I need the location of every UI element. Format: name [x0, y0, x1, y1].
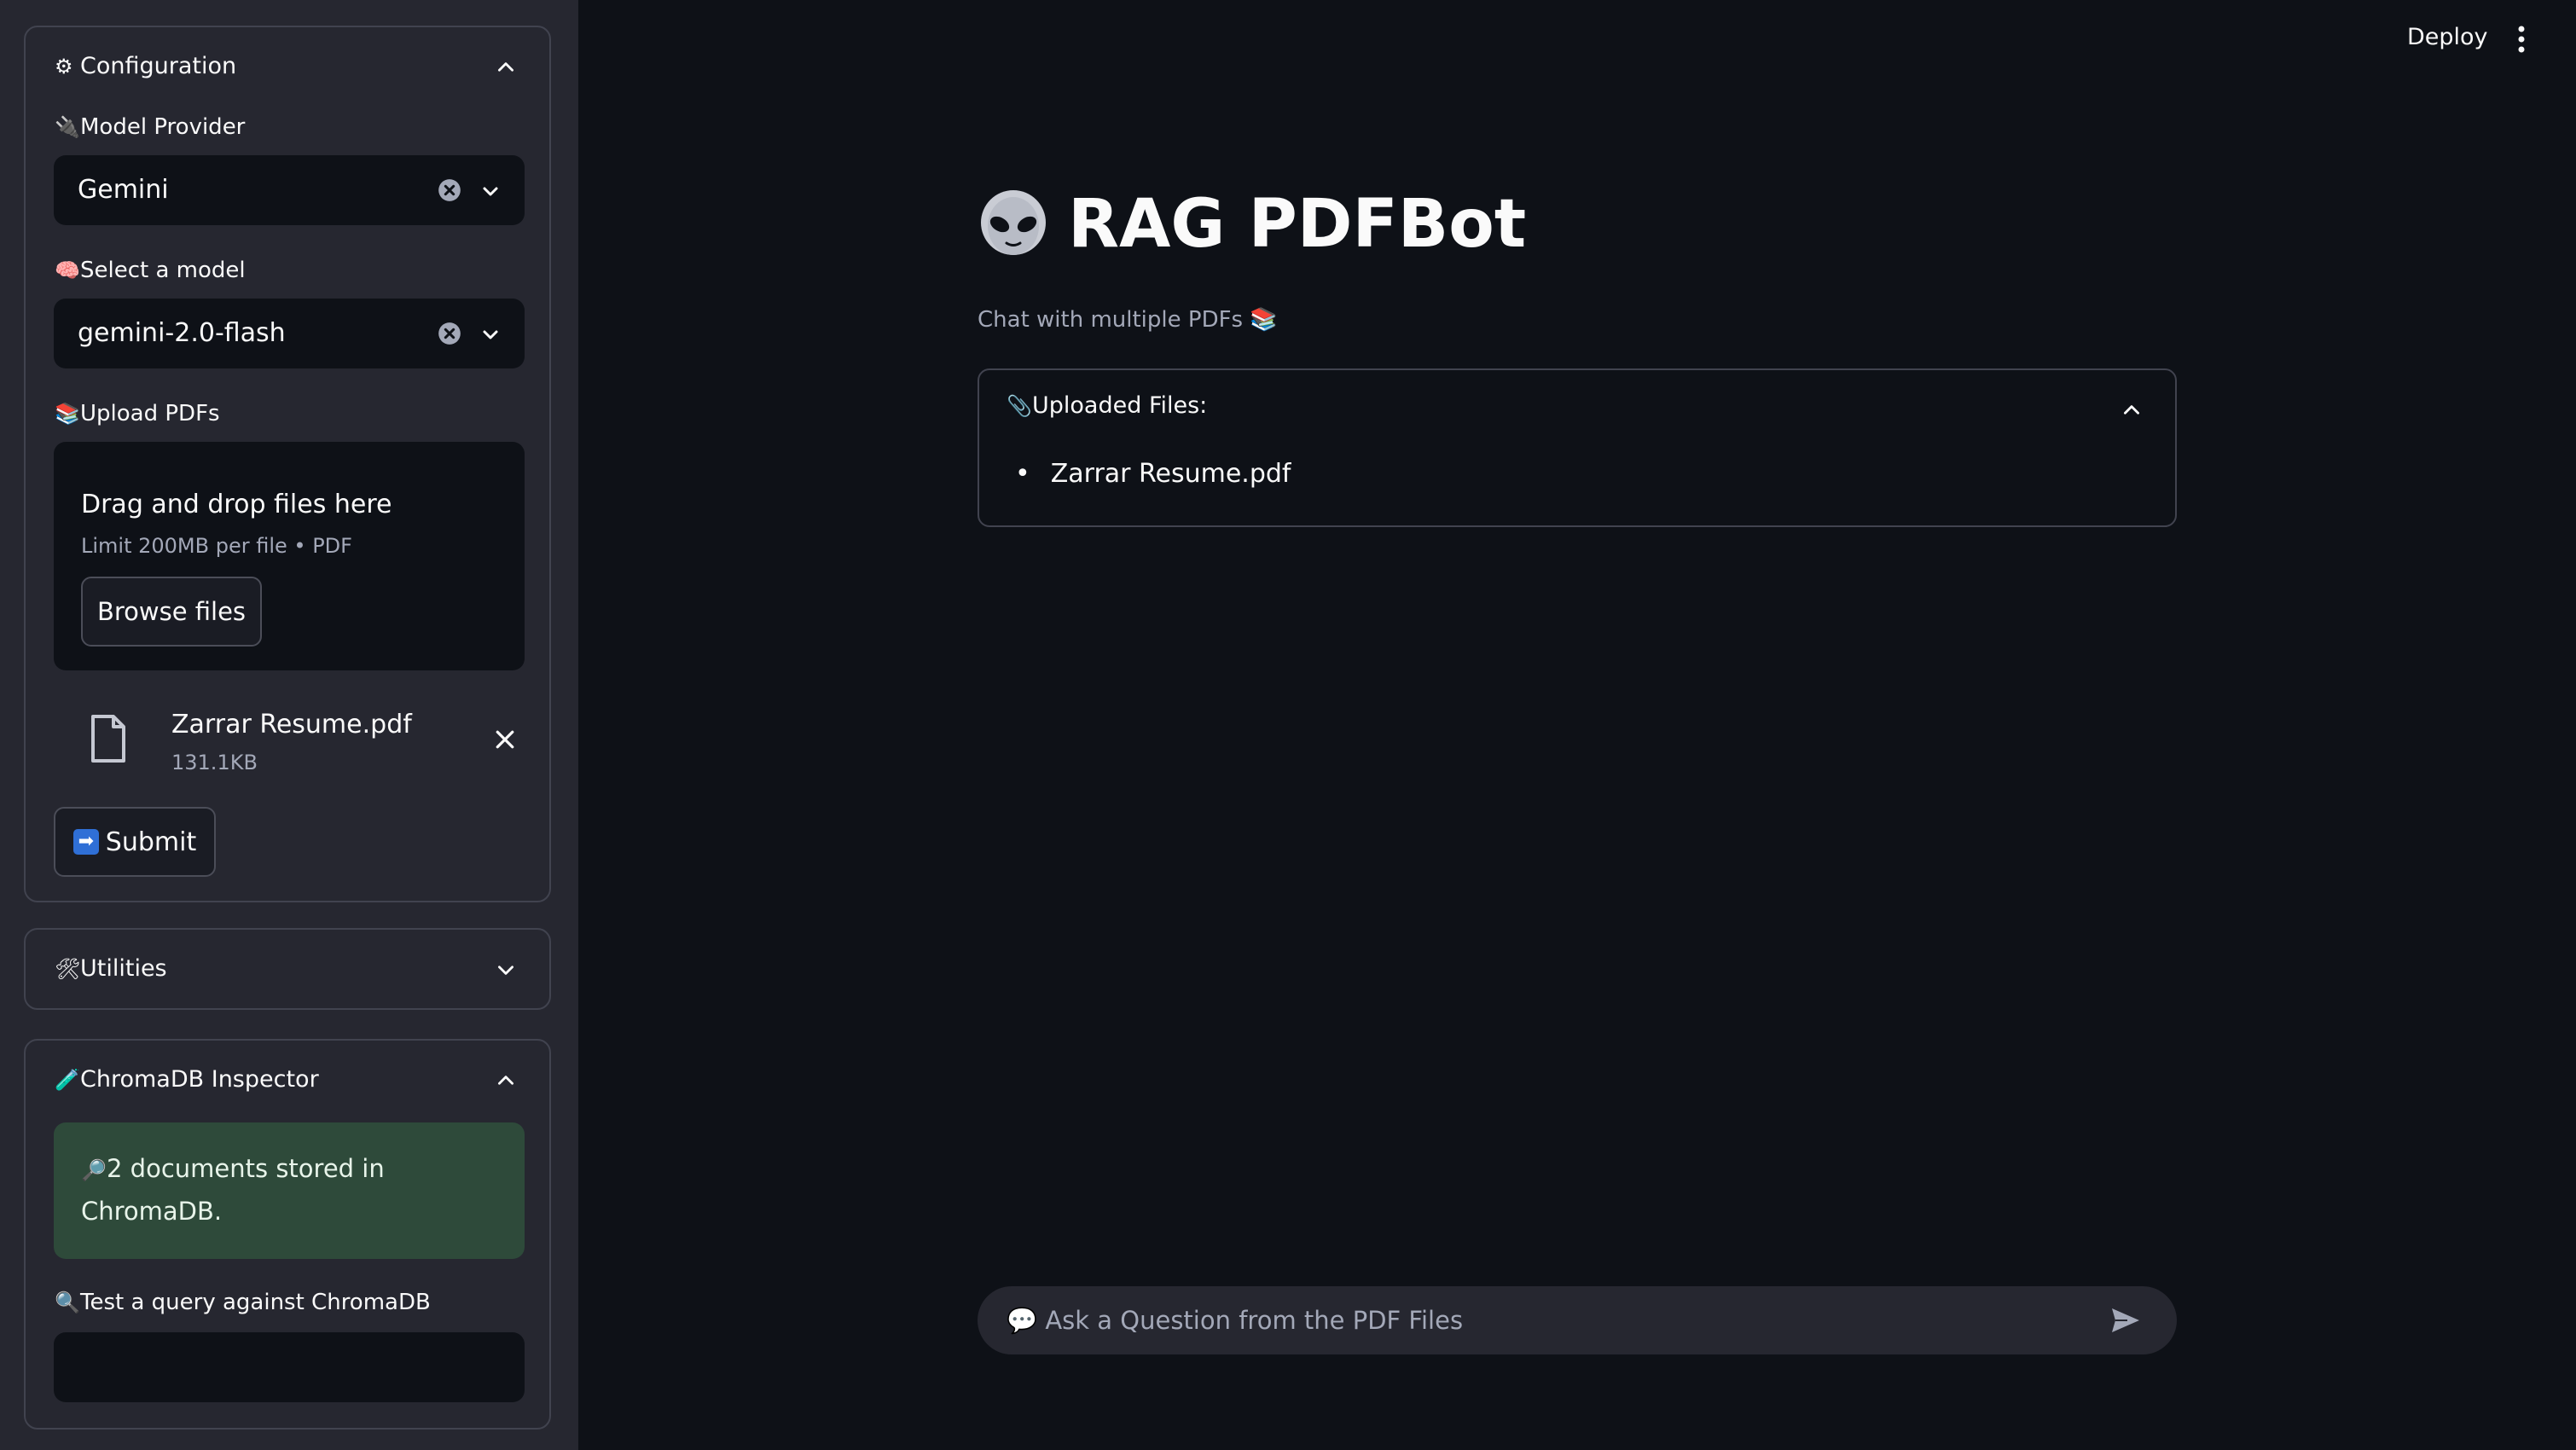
- list-item: Zarrar Resume.pdf: [1015, 459, 1291, 489]
- submit-label: Submit: [105, 826, 197, 857]
- magnifier-icon: 🔎: [81, 1158, 107, 1182]
- search-icon: 🔍: [55, 1290, 80, 1314]
- chromadb-panel: 🧪ChromaDB Inspector 🔎2 documents stored …: [24, 1039, 551, 1430]
- page-title: RAG PDFBot: [978, 186, 1526, 263]
- gear-icon: ⚙: [55, 55, 73, 78]
- chevron-up-icon[interactable]: [495, 1070, 517, 1092]
- model-select[interactable]: gemini-2.0-flash: [54, 299, 525, 368]
- uploaded-files-list: Zarrar Resume.pdf: [1015, 459, 1291, 489]
- model-provider-select[interactable]: Gemini: [54, 155, 525, 225]
- chromadb-panel-header[interactable]: 🧪ChromaDB Inspector: [26, 1041, 549, 1119]
- model-provider-label: 🔌Model Provider: [55, 114, 246, 140]
- chevron-down-icon[interactable]: [480, 324, 501, 345]
- submit-button[interactable]: ➡ Submit: [54, 807, 216, 877]
- uploaded-files-panel: 📎Uploaded Files: Zarrar Resume.pdf: [978, 368, 2177, 527]
- arrow-right-icon: ➡: [73, 829, 99, 855]
- model-provider-value: Gemini: [78, 175, 169, 205]
- query-input[interactable]: [54, 1332, 525, 1402]
- page-title-text: RAG PDFBot: [1068, 186, 1527, 263]
- model-select-value: gemini-2.0-flash: [78, 318, 286, 348]
- chromadb-title: 🧪ChromaDB Inspector: [55, 1041, 319, 1119]
- file-name: Zarrar Resume.pdf: [171, 710, 412, 740]
- browse-files-button[interactable]: Browse files: [81, 577, 262, 647]
- alien-icon: [981, 190, 1046, 255]
- uploaded-files-header[interactable]: 📎Uploaded Files:: [1007, 392, 1207, 419]
- chat-input[interactable]: 💬 Ask a Question from the PDF Files: [978, 1286, 2177, 1354]
- chevron-down-icon[interactable]: [495, 959, 517, 981]
- deploy-button[interactable]: Deploy: [2407, 24, 2488, 50]
- file-size: 131.1KB: [171, 751, 258, 774]
- plug-icon: 🔌: [55, 115, 80, 139]
- chevron-down-icon[interactable]: [480, 181, 501, 201]
- sidebar: ⚙ Configuration 🔌Model Provider Gemini 🧠S…: [0, 0, 578, 1450]
- chromadb-status: 🔎2 documents stored in ChromaDB.: [54, 1122, 525, 1259]
- query-label: 🔍Test a query against ChromaDB: [55, 1290, 431, 1315]
- chromadb-status-text: 🔎2 documents stored in ChromaDB.: [81, 1148, 490, 1232]
- paperclip-icon: 📎: [1007, 394, 1032, 418]
- chevron-up-icon[interactable]: [2121, 399, 2143, 421]
- utilities-panel-header[interactable]: 🛠Utilities: [26, 930, 549, 1008]
- configuration-title: ⚙ Configuration: [55, 27, 236, 106]
- utilities-title: 🛠Utilities: [55, 930, 167, 1008]
- page-caption: Chat with multiple PDFs 📚: [978, 307, 1278, 333]
- file-dropzone[interactable]: Drag and drop files here Limit 200MB per…: [54, 442, 525, 670]
- file-icon: [91, 715, 125, 763]
- utilities-panel[interactable]: 🛠Utilities: [24, 928, 551, 1010]
- model-select-label: 🧠Select a model: [55, 258, 246, 283]
- uploaded-file-item: Zarrar Resume.pdf 131.1KB: [54, 698, 525, 792]
- send-icon[interactable]: [2110, 1307, 2141, 1334]
- dropzone-title: Drag and drop files here: [81, 490, 392, 519]
- clear-icon[interactable]: [438, 322, 461, 345]
- test-tube-icon: 🧪: [55, 1068, 80, 1092]
- configuration-panel: ⚙ Configuration 🔌Model Provider Gemini 🧠S…: [24, 26, 551, 902]
- tools-icon: 🛠: [55, 957, 81, 981]
- upload-pdfs-label: 📚Upload PDFs: [55, 401, 220, 426]
- chevron-up-icon[interactable]: [495, 56, 517, 78]
- more-menu-icon[interactable]: [2511, 22, 2532, 56]
- configuration-panel-header[interactable]: ⚙ Configuration: [26, 27, 549, 106]
- books-icon: 📚: [55, 402, 80, 426]
- close-icon[interactable]: [492, 727, 518, 752]
- dropzone-limit: Limit 200MB per file • PDF: [81, 534, 352, 558]
- brain-icon: 🧠: [55, 258, 80, 282]
- chat-input-placeholder: 💬 Ask a Question from the PDF Files: [1007, 1306, 1464, 1335]
- clear-icon[interactable]: [438, 178, 461, 202]
